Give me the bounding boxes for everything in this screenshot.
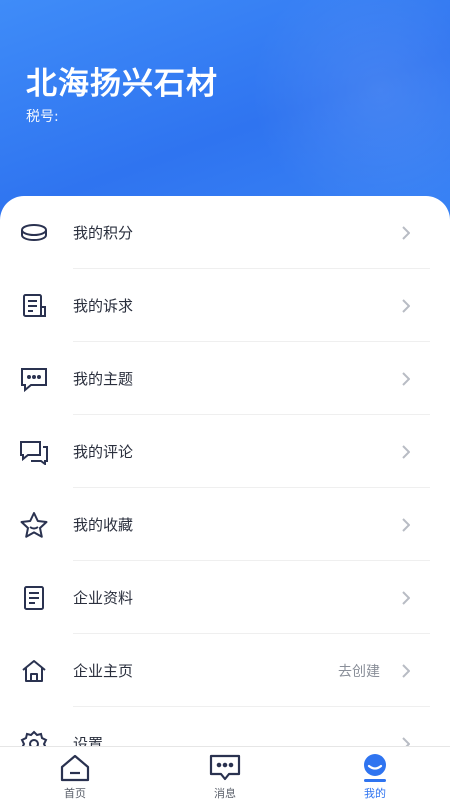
chevron-right-icon <box>400 225 412 240</box>
menu-item-company-info[interactable]: 企业资料 <box>0 561 450 634</box>
menu-item-label: 我的评论 <box>73 443 134 461</box>
menu-item-points[interactable]: 我的积分 <box>0 196 450 269</box>
menu-item-favorites[interactable]: 我的收藏 <box>0 488 450 561</box>
menu-item-appeals[interactable]: 我的诉求 <box>0 269 450 342</box>
profile-icon <box>359 753 391 783</box>
tab-label: 我的 <box>364 787 386 800</box>
home-icon <box>19 656 49 686</box>
tab-label: 消息 <box>214 787 236 800</box>
menu-item-label: 我的主题 <box>73 370 134 388</box>
chevron-right-icon <box>400 663 412 678</box>
chevron-right-icon <box>400 444 412 459</box>
create-hint: 去创建 <box>338 663 380 680</box>
tab-messages[interactable]: 消息 <box>180 747 270 800</box>
tab-home[interactable]: 首页 <box>30 747 120 800</box>
menu-item-topics[interactable]: 我的主题 <box>0 342 450 415</box>
profile-page: 北海扬兴石材 税号: 我的积分 我的诉求 我的主题 我的评论 我的收藏 企业资料… <box>0 0 450 800</box>
menu-item-label: 我的收藏 <box>73 516 134 534</box>
comments-icon <box>19 437 49 467</box>
bottom-tab-bar: 首页 消息 我的 <box>0 746 450 800</box>
tax-label: 税号: <box>26 109 59 125</box>
tab-label: 首页 <box>64 787 86 800</box>
document-list-icon <box>19 291 49 321</box>
tab-profile[interactable]: 我的 <box>330 747 420 800</box>
chevron-right-icon <box>400 517 412 532</box>
menu-item-comments[interactable]: 我的评论 <box>0 415 450 488</box>
file-icon <box>19 583 49 613</box>
chevron-right-icon <box>400 371 412 386</box>
menu-item-label: 企业主页 <box>73 662 134 680</box>
home-icon <box>59 753 91 783</box>
menu-card: 我的积分 我的诉求 我的主题 我的评论 我的收藏 企业资料 企业主页 去创建 设… <box>0 196 450 757</box>
chat-dots-icon <box>19 364 49 394</box>
chevron-right-icon <box>400 298 412 313</box>
star-icon <box>19 510 49 540</box>
message-icon <box>209 753 241 783</box>
menu-item-label: 企业资料 <box>73 589 134 607</box>
chevron-right-icon <box>400 590 412 605</box>
header-glow <box>250 0 450 220</box>
coin-icon <box>19 218 49 248</box>
company-name: 北海扬兴石材 <box>26 66 218 102</box>
tax-number-row: 税号: <box>26 106 59 126</box>
menu-item-company-homepage[interactable]: 企业主页 去创建 <box>0 634 450 707</box>
menu-item-label: 我的积分 <box>73 224 134 242</box>
menu-item-label: 我的诉求 <box>73 297 134 315</box>
